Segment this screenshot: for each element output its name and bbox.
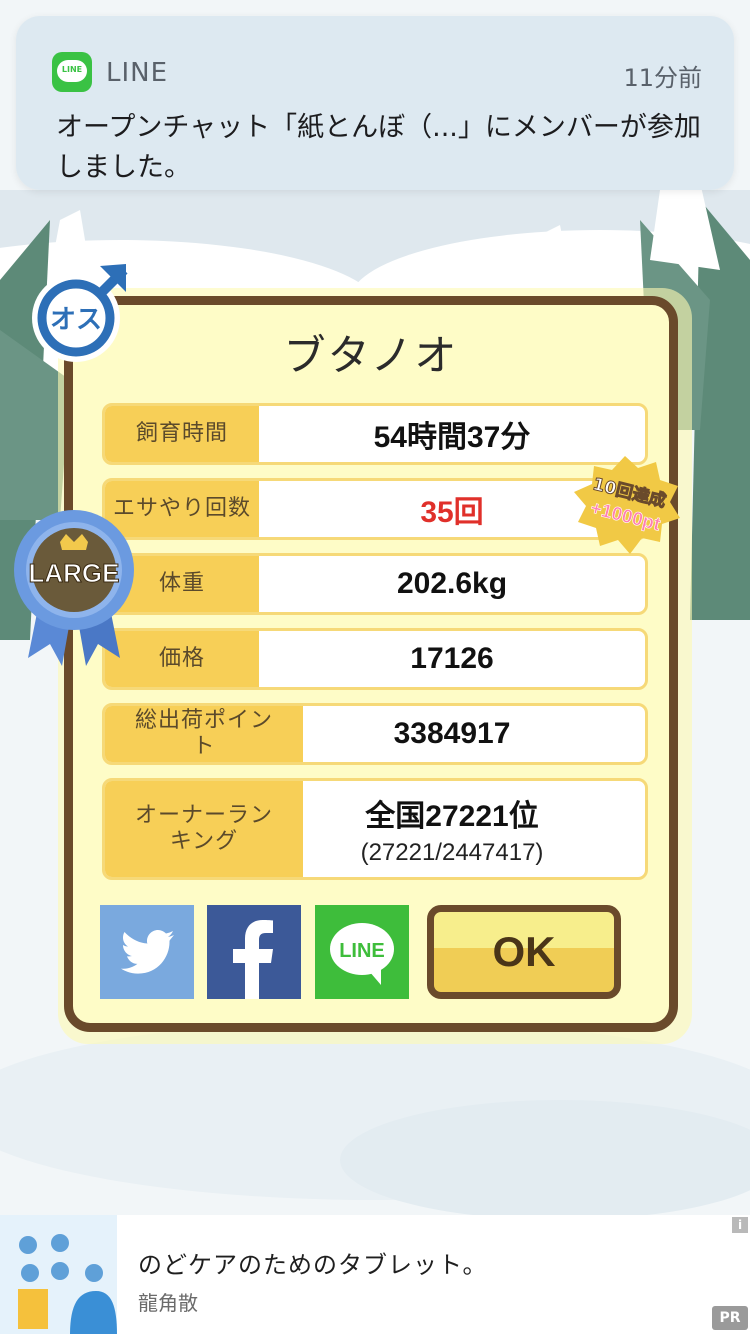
large-ribbon-text: LARGE [29,558,120,588]
stat-value: 3384917 [393,717,511,750]
notification-message: オープンチャット「紙とんぼ（...」にメンバーが参加しました。 [56,112,701,183]
achievement-burst-icon: 10回達成 +1000pt [574,456,680,554]
stat-value: 202.6kg [396,567,508,600]
line-icon: LINE [330,923,394,985]
line-share-text: LINE [339,940,385,962]
line-app-icon: LINE [52,52,92,92]
ranking-detail: (27221/2447417) [360,839,544,866]
stat-row-shipment-points: 総出荷ポイント 3384917 [102,703,648,765]
line-notification[interactable]: LINE LINE 11分前 オープンチャット「紙とんぼ（...」にメンバーが参… [16,16,734,190]
male-badge-icon: オス [32,264,128,362]
stat-row-owner-ranking: オーナーランキング 全国27221位 (27221/2447417) [102,778,648,880]
line-share-button[interactable]: LINE [315,905,409,999]
male-badge-text: オス [50,305,102,335]
ad-info-icon[interactable]: i [732,1217,748,1233]
stat-row-price: 価格 17126 [102,628,648,690]
ad-banner[interactable]: のどケアのためのタブレット。 龍角散 i PR [0,1215,750,1334]
ranking-value: 全国27221位 [365,800,539,833]
large-ribbon-icon: LARGE [14,510,134,666]
ok-button[interactable]: OK [427,905,621,999]
twitter-icon [121,930,174,974]
ad-title: のどケアのためのタブレット。 [138,1251,488,1279]
twitter-share-button[interactable] [100,905,194,999]
stat-value: 全国27221位 (27221/2447417) [259,781,645,877]
facebook-share-button[interactable] [207,905,301,999]
facebook-icon [233,920,273,999]
ad-pr-badge: PR [712,1306,748,1330]
ad-sponsor: 龍角散 [138,1291,198,1315]
ad-thumbnail [0,1215,117,1334]
line-app-icon-text: LINE [61,65,83,74]
stat-value: 17126 [410,642,494,675]
pig-name: ブタノオ [283,331,459,380]
notification-app-name: LINE [106,58,169,88]
notification-time: 11分前 [623,64,702,92]
stat-row-weight: 体重 202.6kg [102,553,648,615]
stat-label: 飼育時間 [105,406,259,462]
